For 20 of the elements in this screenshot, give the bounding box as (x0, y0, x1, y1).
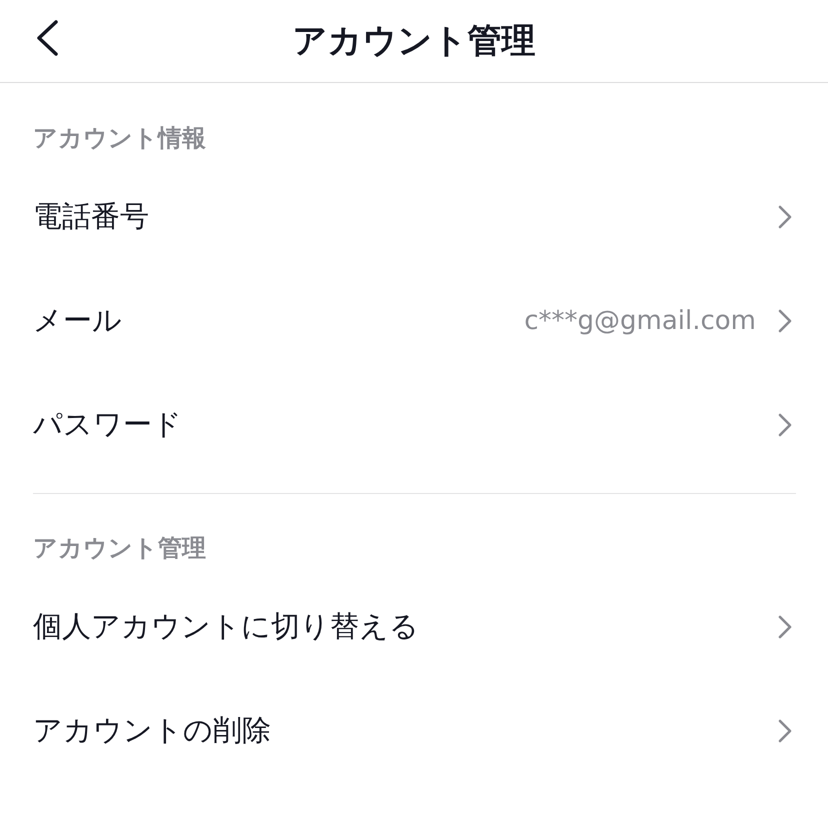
page-title: アカウント管理 (292, 20, 536, 63)
row-label: パスワード (33, 406, 183, 443)
chevron-icon (778, 205, 792, 229)
settings-row[interactable]: 電話番号 (0, 165, 828, 269)
row-label: 個人アカウントに切り替える (33, 608, 420, 645)
row-label: 電話番号 (33, 198, 150, 235)
settings-row[interactable]: メール c***g@gmail.com (0, 269, 828, 373)
chevron-icon (778, 719, 792, 743)
section-title: アカウント管理 (32, 533, 207, 563)
row-label: メール (33, 302, 123, 339)
settings-row[interactable]: パスワード (0, 373, 828, 477)
chevron-icon (778, 309, 792, 333)
chevron-icon (778, 413, 792, 437)
chevron-icon (778, 615, 792, 639)
settings-row[interactable]: アカウントの削除 (0, 679, 828, 783)
section-title: アカウント情報 (32, 123, 207, 153)
settings-row[interactable]: 個人アカウントに切り替える (0, 575, 828, 679)
row-label: アカウントの削除 (33, 712, 272, 749)
back-icon[interactable] (34, 20, 60, 56)
row-value: c***g@gmail.com (524, 306, 756, 336)
